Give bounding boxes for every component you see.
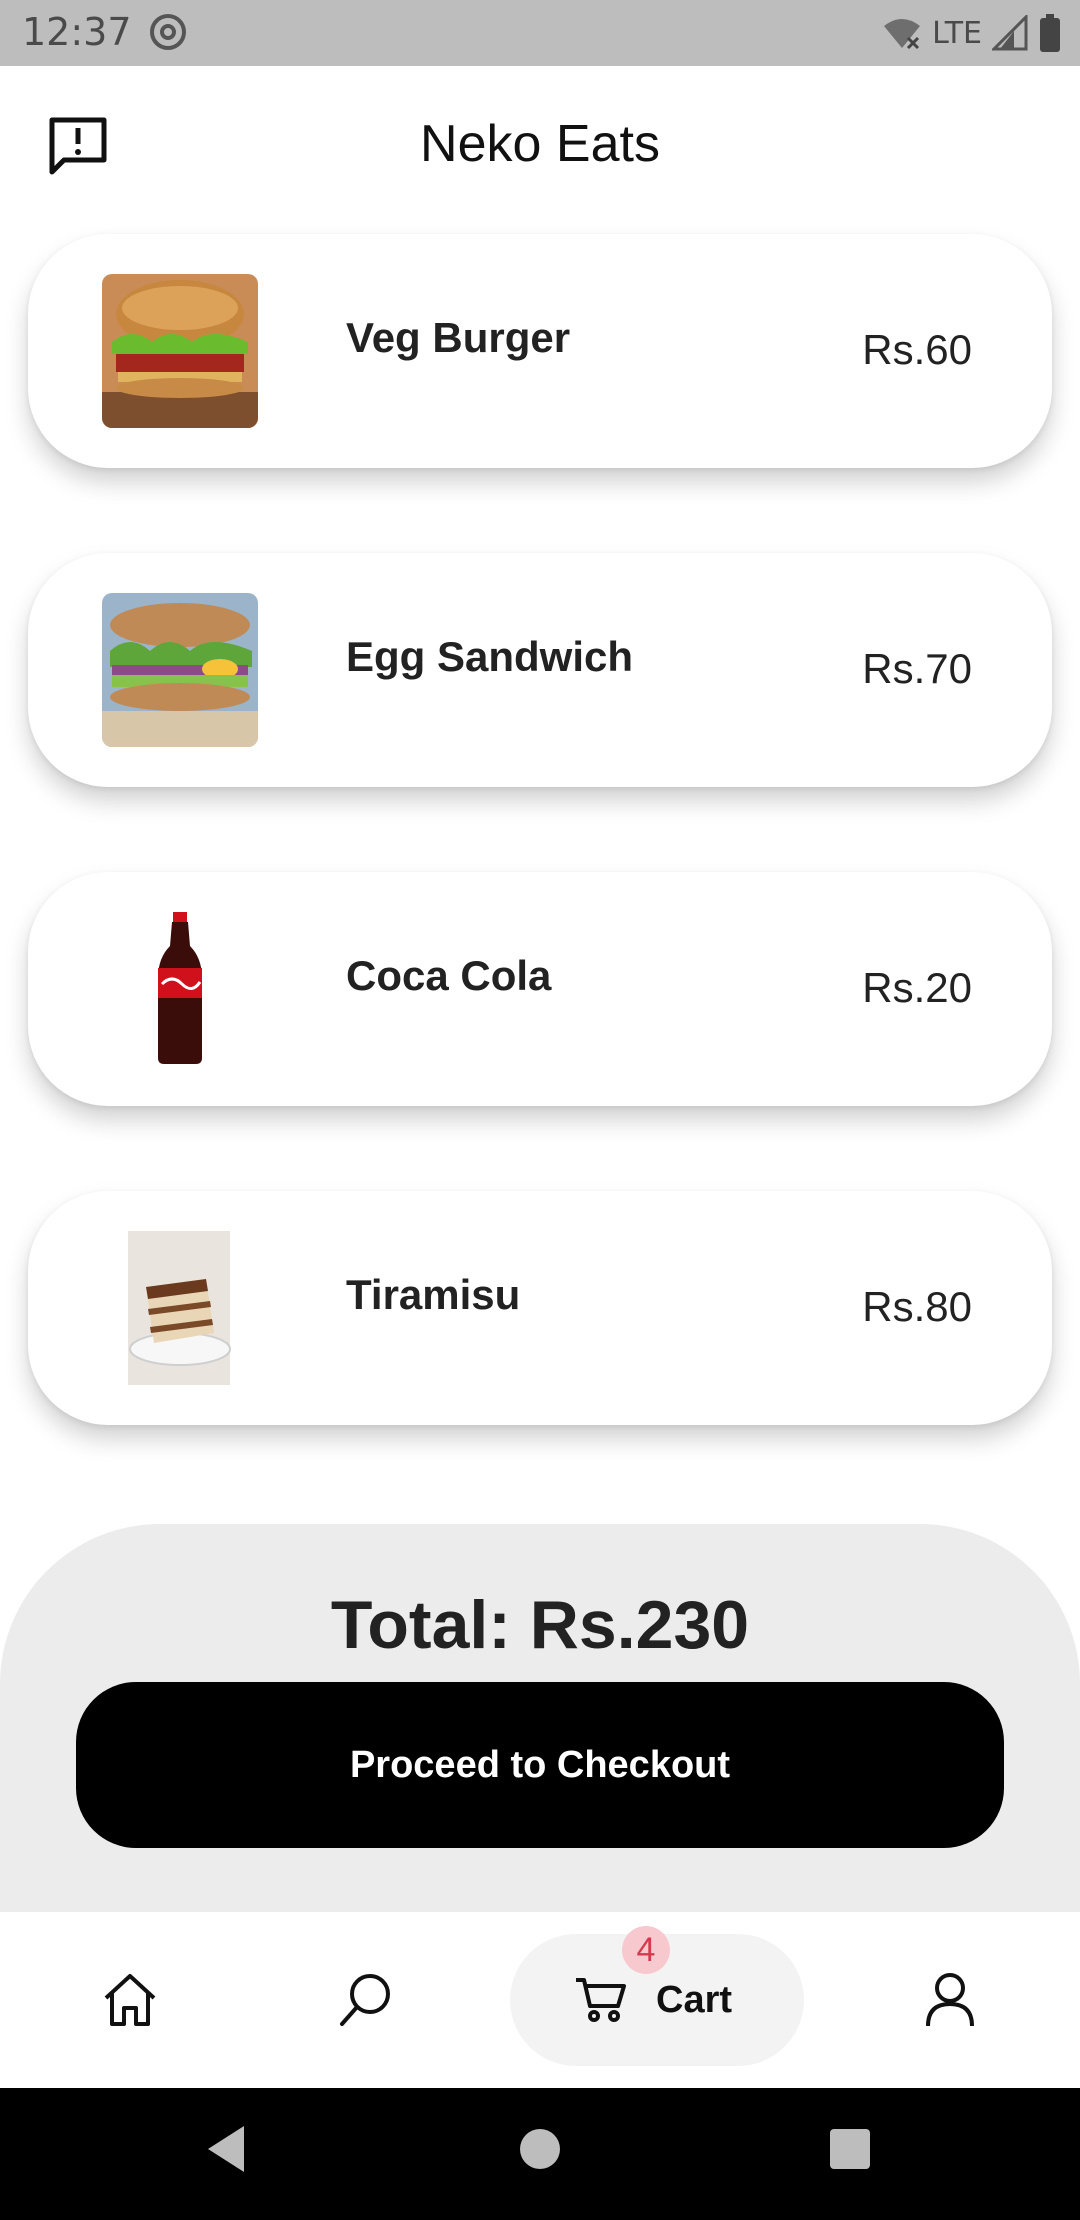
item-name: Tiramisu [346,1271,521,1318]
bottom-navigation: 4 Cart [0,1912,1080,2088]
cart-label: Cart [656,1978,733,2021]
item-price: Rs.20 [862,964,972,1011]
nav-cart[interactable]: 4 Cart [510,1926,804,2066]
search-icon [340,1974,390,2026]
back-icon[interactable] [204,2124,248,2174]
item-price: Rs.70 [862,645,972,692]
home-icon [104,1974,156,2026]
app-header: Neko Eats [0,66,1080,226]
cart-item[interactable]: Tiramisu Rs.80 [28,1191,1052,1425]
status-bar: 12:37 LTE [0,0,1080,66]
item-name: Veg Burger [346,314,571,361]
proceed-to-checkout-button[interactable]: Proceed to Checkout [76,1682,1004,1848]
recents-icon[interactable] [828,2124,872,2174]
home-circle-icon[interactable] [518,2124,562,2174]
egg-sandwich-image [102,593,258,747]
veg-burger-image [102,274,258,428]
cart-item[interactable]: Egg Sandwich Rs.70 [28,553,1052,787]
status-time: 12:37 [22,10,132,54]
cart-total: Total: Rs.230 [330,1587,750,1663]
item-name: Coca Cola [346,952,552,999]
at-sign-icon [150,14,186,50]
battery-icon [1040,14,1060,52]
status-icons: LTE [882,10,1062,56]
page-title: Neko Eats [420,115,660,173]
system-navigation-bar [0,2088,1080,2220]
cart-icon [576,1978,626,2022]
nav-search[interactable] [326,1912,406,2088]
item-name: Egg Sandwich [346,633,634,680]
cart-icon-wrap: 4 [572,1926,670,2030]
nav-home[interactable] [90,1912,170,2088]
signal-icon [992,15,1028,51]
item-price: Rs.60 [862,326,972,373]
item-price: Rs.80 [862,1283,972,1330]
checkout-panel: Total: Rs.230 Proceed to Checkout [0,1524,1080,1924]
network-type: LTE [932,15,982,51]
cart-count-badge: 4 [622,1926,670,1974]
coca-cola-image [102,912,258,1066]
profile-icon [926,1973,974,2027]
nav-profile[interactable] [910,1912,990,2088]
cart-item[interactable]: Veg Burger Rs.60 [28,234,1052,468]
cart-item[interactable]: Coca Cola Rs.20 [28,872,1052,1106]
wifi-off-icon [884,19,921,50]
tiramisu-image [102,1231,258,1385]
